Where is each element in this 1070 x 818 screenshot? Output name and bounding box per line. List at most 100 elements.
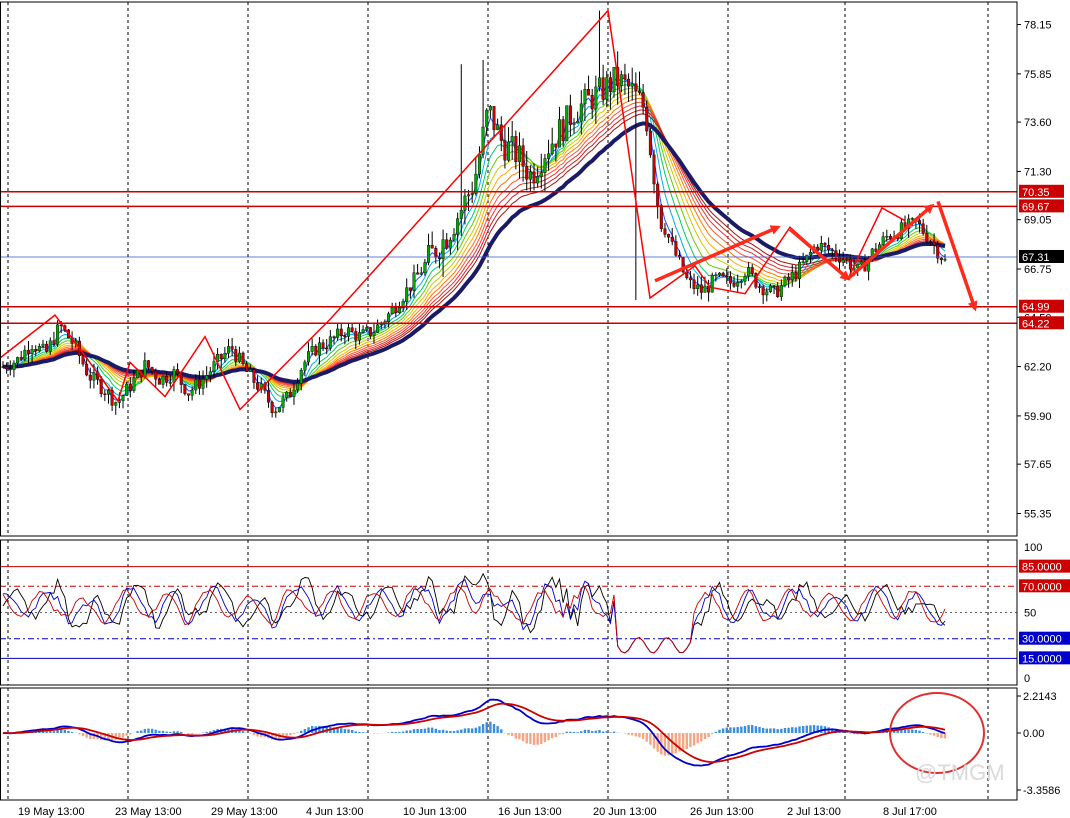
candle-body xyxy=(787,276,791,281)
macd-histogram-bar xyxy=(772,728,776,733)
macd-histogram-bar xyxy=(358,731,361,733)
candle-body xyxy=(776,285,780,297)
candle-body xyxy=(339,328,343,337)
candle-body xyxy=(245,363,249,372)
macd-histogram-bar xyxy=(703,733,707,740)
candle-body xyxy=(165,375,169,383)
price-tick-label: 55.35 xyxy=(1024,508,1052,520)
macd-histogram-bar xyxy=(609,732,612,733)
candle-body xyxy=(674,241,678,256)
candle-body xyxy=(434,248,438,258)
macd-histogram-bar xyxy=(303,728,307,733)
candle-body xyxy=(761,286,765,296)
candle-body xyxy=(743,275,747,282)
macd-histogram-bar xyxy=(591,731,594,733)
candle-body xyxy=(106,390,110,395)
price-tag-label: 70.35 xyxy=(1022,187,1050,199)
candle-body xyxy=(710,274,714,293)
macd-histogram-bar xyxy=(434,728,438,733)
candle-body xyxy=(26,349,30,354)
macd-histogram-bar xyxy=(780,728,783,733)
price-tick-label: 73.60 xyxy=(1024,117,1052,129)
candle-body xyxy=(758,286,762,288)
candle-body xyxy=(736,282,740,287)
candle-body xyxy=(747,267,751,277)
macd-histogram-bar xyxy=(569,731,572,733)
candle-body xyxy=(285,391,289,398)
candle-body xyxy=(510,136,514,143)
macd-histogram-bar xyxy=(725,727,728,733)
candle-body xyxy=(172,369,176,383)
macd-histogram-bar xyxy=(791,727,794,733)
candle-body xyxy=(692,279,696,289)
candle-body xyxy=(656,183,660,206)
macd-histogram-bar xyxy=(623,733,627,734)
candle-body xyxy=(630,83,634,87)
macd-histogram-bar xyxy=(645,733,648,742)
macd-histogram-bar xyxy=(612,731,616,733)
candle-body xyxy=(572,122,576,125)
candle-body xyxy=(1,366,5,368)
candle-body xyxy=(267,390,271,403)
macd-histogram-bar xyxy=(300,730,303,733)
candle-body xyxy=(612,67,616,92)
candle-body xyxy=(936,244,940,259)
macd-histogram-bar xyxy=(485,722,488,733)
macd-histogram-bar xyxy=(489,721,492,733)
candle-body xyxy=(41,343,45,347)
candle-body xyxy=(667,234,671,238)
macd-histogram-bar xyxy=(129,733,132,735)
candle-body xyxy=(765,291,769,296)
macd-histogram-bar xyxy=(896,730,899,733)
macd-histogram-bar xyxy=(594,730,598,733)
candle-body xyxy=(114,402,118,406)
candle-body xyxy=(128,383,132,391)
candle-body xyxy=(805,254,809,262)
macd-histogram-bar xyxy=(441,729,445,733)
candle-body xyxy=(179,373,183,385)
macd-histogram-bar xyxy=(390,731,394,733)
candle-body xyxy=(699,284,703,293)
price-tick-label: 66.75 xyxy=(1024,264,1052,276)
price-tick-label: 75.85 xyxy=(1024,69,1052,81)
candle-body xyxy=(223,353,227,360)
macd-histogram-bar xyxy=(150,728,154,733)
candle-body xyxy=(226,346,230,354)
candle-body xyxy=(517,145,521,163)
time-tick-label: 4 Jun 13:00 xyxy=(306,806,364,818)
candle-body xyxy=(783,276,787,286)
macd-histogram-bar xyxy=(405,730,408,733)
price-tag-label: 69.67 xyxy=(1022,201,1050,213)
macd-histogram-bar xyxy=(143,728,147,733)
rsi-tick-label: 0 xyxy=(1024,673,1030,685)
macd-histogram-bar xyxy=(681,733,685,751)
candle-body xyxy=(292,389,296,397)
macd-histogram-bar xyxy=(467,728,470,733)
macd-histogram-bar xyxy=(169,731,172,733)
macd-histogram-bar xyxy=(496,726,499,733)
macd-histogram-bar xyxy=(420,729,423,733)
macd-histogram-bar xyxy=(430,727,434,733)
macd-histogram-bar xyxy=(180,732,183,733)
candle-body xyxy=(234,349,238,362)
candle-body xyxy=(190,389,194,396)
candle-body xyxy=(37,346,41,352)
candle-body xyxy=(859,261,863,265)
candle-body xyxy=(488,106,492,111)
rsi-tick-label: 100 xyxy=(1024,542,1042,554)
macd-histogram-bar xyxy=(550,733,554,739)
candle-body xyxy=(918,220,922,225)
candle-body xyxy=(208,371,212,376)
macd-histogram-bar xyxy=(500,729,503,733)
macd-histogram-bar xyxy=(525,733,528,744)
candle-body xyxy=(30,349,34,354)
candle-body xyxy=(376,324,380,333)
price-tick-label: 57.65 xyxy=(1024,459,1052,471)
time-tick-label: 10 Jun 13:00 xyxy=(403,806,467,818)
candle-body xyxy=(641,92,645,108)
candle-body xyxy=(721,272,725,277)
macd-histogram-bar xyxy=(751,725,754,733)
candle-body xyxy=(408,287,412,291)
candle-body xyxy=(881,236,885,245)
macd-histogram-bar xyxy=(729,727,732,733)
